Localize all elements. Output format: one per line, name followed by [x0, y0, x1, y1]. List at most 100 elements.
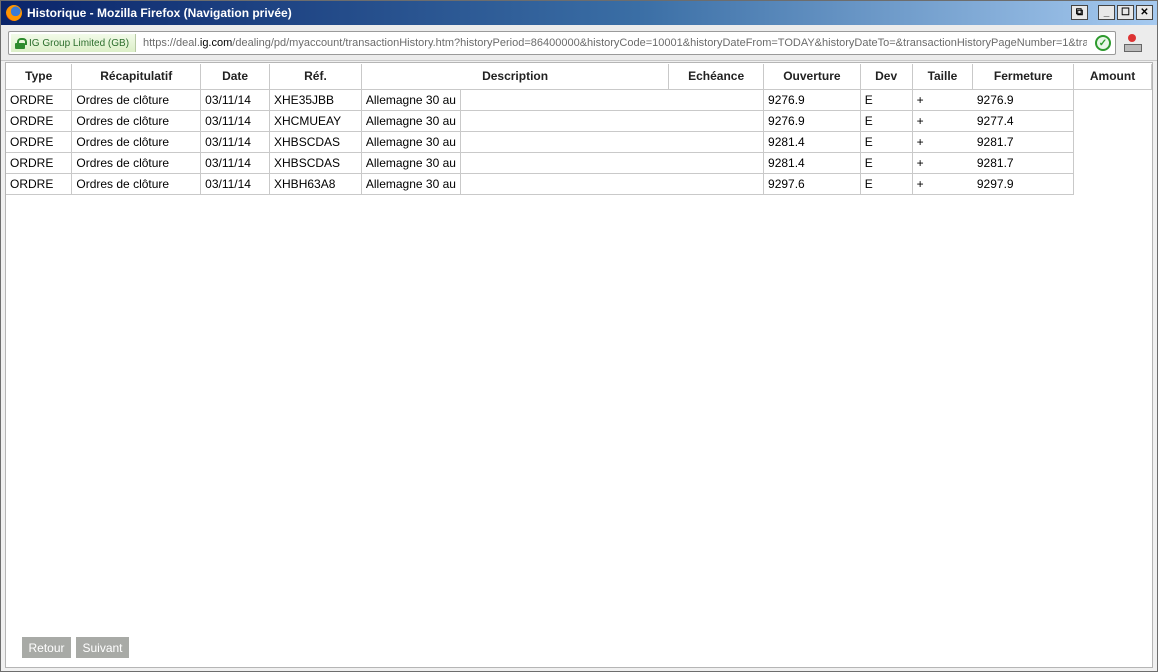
cell-description: Allemagne 30 au — [361, 110, 461, 132]
cell-echeance — [668, 89, 765, 111]
column-header-ouverture[interactable]: Ouverture — [763, 64, 861, 90]
cell-dev: E — [860, 131, 913, 153]
cell-echeance — [668, 131, 765, 153]
cell-fermeture: 9297.9 — [972, 173, 1075, 195]
cell-fermeture: 9281.7 — [972, 152, 1075, 174]
cell-date: 03/11/14 — [200, 110, 271, 132]
table-row: ORDRE Ordres de clôture 03/11/14 XHCMUEAY Al… — [6, 110, 1152, 132]
column-header-ref[interactable]: Réf. — [269, 64, 362, 90]
table-row: ORDRE Ordres de clôture 03/11/14 XHBSCDAS Al… — [6, 152, 1152, 174]
cell-dev: E — [860, 152, 913, 174]
cell-echeance — [668, 173, 765, 195]
cell-recapitulatif: Ordres de clôture — [71, 173, 202, 195]
column-header-type[interactable]: Type — [6, 64, 73, 90]
cell-description-overflow — [460, 173, 669, 195]
cell-type: ORDRE — [6, 110, 73, 132]
cell-description: Allemagne 30 au — [361, 131, 461, 153]
cell-taille: + — [912, 173, 973, 195]
url-suffix: /dealing/pd/myaccount/transactionHistory… — [232, 37, 1087, 49]
column-header-description[interactable]: Description — [361, 64, 670, 90]
cell-taille: + — [912, 110, 973, 132]
maximize-button[interactable]: ☐ — [1117, 5, 1134, 20]
cell-ouverture: 9276.9 — [763, 110, 861, 132]
cell-amount — [1074, 173, 1152, 194]
cell-recapitulatif: Ordres de clôture — [71, 110, 202, 132]
window-title: Historique - Mozilla Firefox (Navigation… — [27, 6, 292, 20]
column-header-recapitulatif[interactable]: Récapitulatif — [71, 64, 202, 90]
table-row: ORDRE Ordres de clôture 03/11/14 XHBSCDAS Al… — [6, 131, 1152, 153]
cell-date: 03/11/14 — [200, 89, 271, 111]
cell-ouverture: 9297.6 — [763, 173, 861, 195]
cell-description-overflow — [460, 152, 669, 174]
cell-ouverture: 9276.9 — [763, 89, 861, 111]
cell-description: Allemagne 30 au — [361, 89, 461, 111]
cell-fermeture: 9277.4 — [972, 110, 1075, 132]
cell-amount — [1074, 152, 1152, 173]
cell-dev: E — [860, 110, 913, 132]
column-header-amount[interactable]: Amount — [1073, 64, 1152, 90]
cell-ref: XHCMUEAY — [269, 110, 362, 132]
lock-icon — [15, 37, 27, 49]
column-header-echeance[interactable]: Echéance — [668, 64, 765, 90]
addon-icon[interactable] — [1123, 34, 1142, 52]
cell-amount — [1074, 89, 1152, 110]
column-header-date[interactable]: Date — [200, 64, 271, 90]
next-page-button[interactable]: Suivant — [76, 637, 129, 658]
cell-ouverture: 9281.4 — [763, 152, 861, 174]
url-domain: ig.com — [199, 37, 233, 49]
cell-taille: + — [912, 152, 973, 174]
cell-dev: E — [860, 173, 913, 195]
restore-button[interactable]: ⧉ — [1071, 5, 1088, 20]
cell-recapitulatif: Ordres de clôture — [71, 152, 202, 174]
browser-window: Historique - Mozilla Firefox (Navigation… — [0, 0, 1158, 672]
table-header-row: Type Récapitulatif Date Réf. Description… — [6, 64, 1152, 90]
check-icon[interactable]: ✓ — [1095, 35, 1111, 51]
table-row: ORDRE Ordres de clôture 03/11/14 XHBH63A8 Al… — [6, 173, 1152, 195]
cell-type: ORDRE — [6, 152, 73, 174]
cell-recapitulatif: Ordres de clôture — [71, 131, 202, 153]
cell-taille: + — [912, 89, 973, 111]
cell-description-overflow — [460, 131, 669, 153]
column-header-dev[interactable]: Dev — [860, 64, 913, 90]
cell-dev: E — [860, 89, 913, 111]
cell-ref: XHBSCDAS — [269, 131, 362, 153]
previous-page-button[interactable]: Retour — [22, 637, 71, 658]
column-header-fermeture[interactable]: Fermeture — [972, 64, 1075, 90]
close-button[interactable]: ✕ — [1136, 5, 1153, 20]
cell-echeance — [668, 110, 765, 132]
cell-description-overflow — [460, 110, 669, 132]
cell-fermeture: 9276.9 — [972, 89, 1075, 111]
minimize-button[interactable]: _ — [1098, 5, 1115, 20]
site-identity-label: IG Group Limited (GB) — [29, 37, 130, 49]
window-controls: ⧉ _ ☐ ✕ — [1071, 5, 1153, 21]
cell-echeance — [668, 152, 765, 174]
cell-description: Allemagne 30 au — [361, 173, 461, 195]
cell-date: 03/11/14 — [200, 173, 271, 195]
cell-description-overflow — [460, 89, 669, 111]
cell-type: ORDRE — [6, 173, 73, 195]
transaction-history-table: Type Récapitulatif Date Réf. Description… — [6, 64, 1152, 195]
cell-ref: XHBSCDAS — [269, 152, 362, 174]
cell-recapitulatif: Ordres de clôture — [71, 89, 202, 111]
site-identity-button[interactable]: IG Group Limited (GB) — [11, 34, 137, 52]
cell-date: 03/11/14 — [200, 131, 271, 153]
cell-amount — [1074, 131, 1152, 152]
firefox-logo-icon — [6, 5, 22, 21]
cell-ouverture: 9281.4 — [763, 131, 861, 153]
cell-fermeture: 9281.7 — [972, 131, 1075, 153]
page-content: Type Récapitulatif Date Réf. Description… — [5, 62, 1153, 668]
url-text[interactable]: https://deal.ig.com/dealing/pd/myaccount… — [143, 37, 1087, 49]
url-prefix: https://deal. — [143, 37, 200, 49]
column-header-taille[interactable]: Taille — [912, 64, 974, 90]
cell-taille: + — [912, 131, 973, 153]
cell-date: 03/11/14 — [200, 152, 271, 174]
title-bar[interactable]: Historique - Mozilla Firefox (Navigation… — [1, 1, 1157, 25]
cell-description: Allemagne 30 au — [361, 152, 461, 174]
cell-type: ORDRE — [6, 131, 73, 153]
url-bar[interactable]: IG Group Limited (GB) https://deal.ig.co… — [8, 31, 1116, 55]
cell-type: ORDRE — [6, 89, 73, 111]
table-row: ORDRE Ordres de clôture 03/11/14 XHE35JBB Al… — [6, 89, 1152, 111]
navigation-toolbar: IG Group Limited (GB) https://deal.ig.co… — [1, 25, 1157, 61]
cell-ref: XHBH63A8 — [269, 173, 362, 195]
cell-ref: XHE35JBB — [269, 89, 362, 111]
